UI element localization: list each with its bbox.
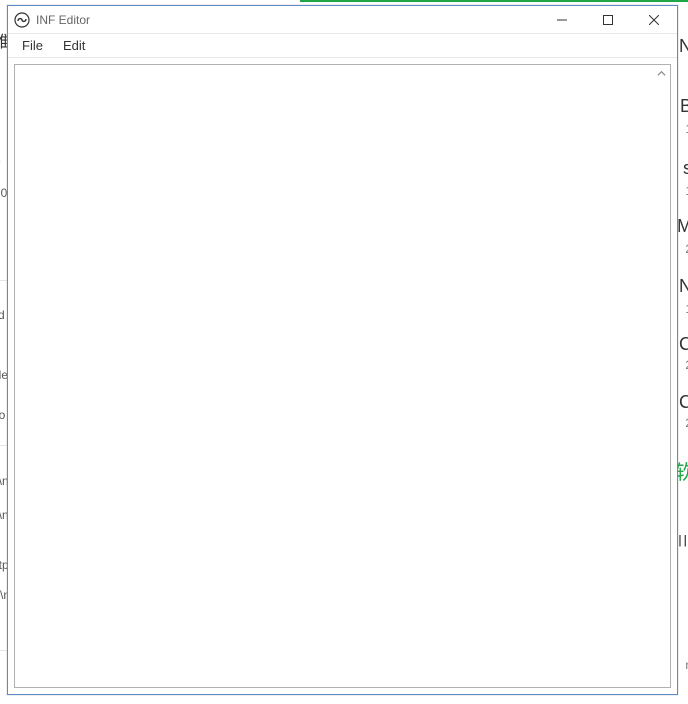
close-button[interactable] — [631, 6, 677, 33]
bg-left-text: e — [0, 154, 1, 168]
editor-textarea[interactable] — [14, 64, 671, 688]
scroll-up-button[interactable] — [653, 65, 670, 82]
window-title: INF Editor — [36, 13, 90, 27]
bg-left-text: eo — [0, 408, 5, 422]
app-icon — [14, 12, 30, 28]
menu-edit-label: Edit — [63, 38, 85, 53]
titlebar[interactable]: INF Editor — [8, 6, 677, 34]
inf-editor-window: INF Editor File Edit — [7, 5, 678, 695]
bg-left-text: d — [0, 336, 1, 350]
chevron-up-icon — [657, 69, 666, 78]
maximize-button[interactable] — [585, 6, 631, 33]
window-controls — [539, 6, 677, 33]
bg-right-text: C — [679, 392, 688, 413]
bg-right-text: N — [679, 276, 688, 297]
bg-left-text: rd — [0, 308, 5, 322]
bg-right-text: M — [677, 216, 688, 237]
bg-right-text: s — [683, 158, 688, 179]
menu-file[interactable]: File — [14, 36, 51, 55]
bg-right-text: C — [679, 334, 688, 355]
bg-right-text: B — [680, 96, 688, 117]
menubar: File Edit — [8, 34, 677, 58]
menu-file-label: File — [22, 38, 43, 53]
bg-top-green-line — [300, 0, 688, 2]
menu-edit[interactable]: Edit — [55, 36, 93, 55]
bg-right-text: N — [679, 36, 688, 57]
content-area — [8, 58, 677, 694]
minimize-button[interactable] — [539, 6, 585, 33]
